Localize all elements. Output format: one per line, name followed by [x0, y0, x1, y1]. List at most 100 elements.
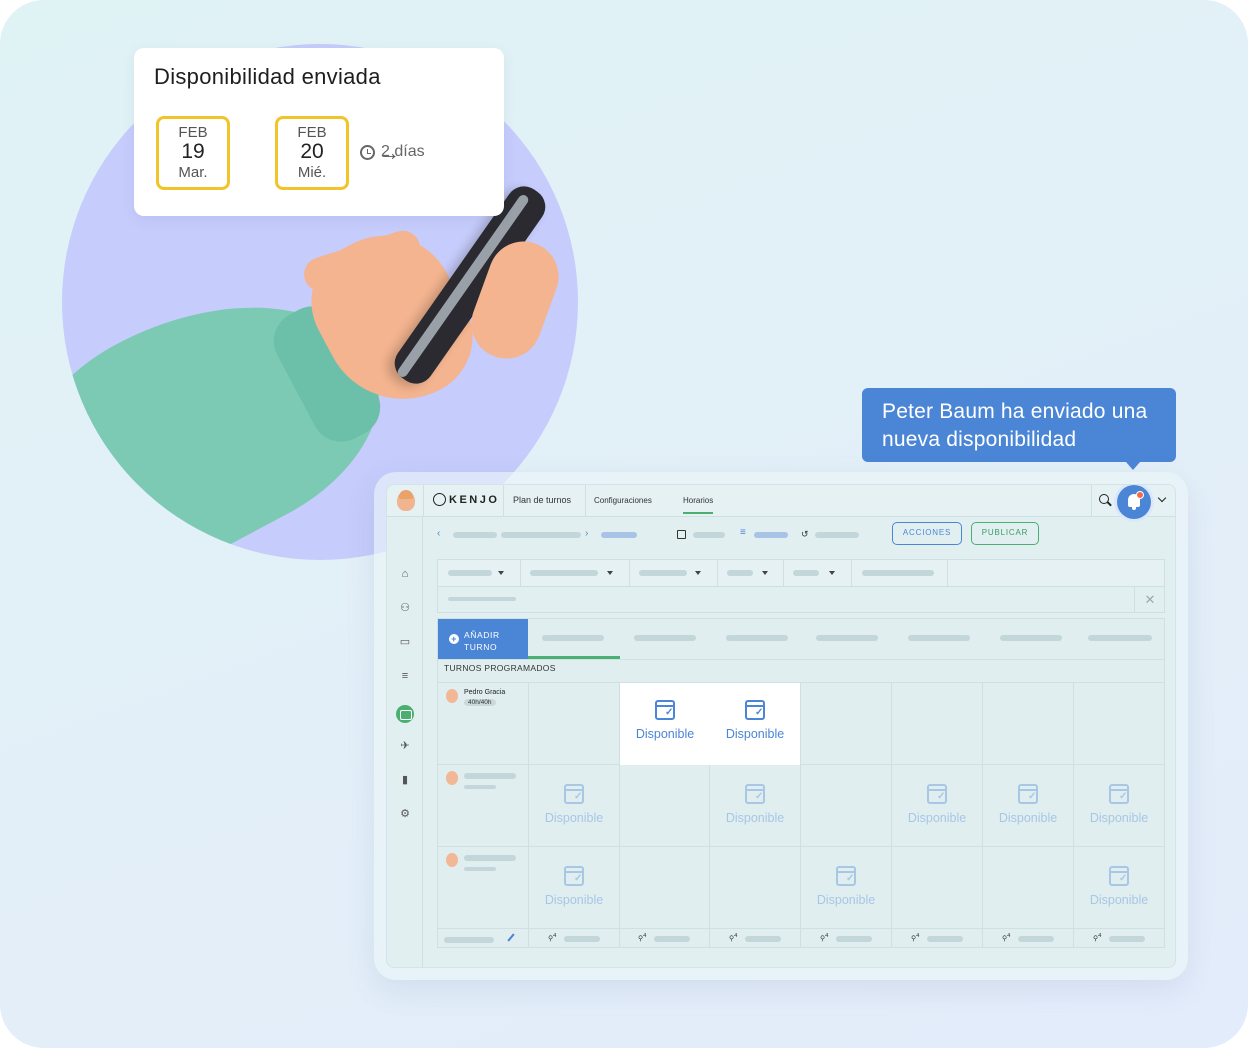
- chevron-down-icon[interactable]: [1157, 493, 1167, 503]
- people-icon[interactable]: ⚇: [399, 603, 411, 614]
- filter-bar: [437, 559, 1165, 587]
- chevron-left-icon[interactable]: ‹: [437, 529, 443, 541]
- section-label: TURNOS PROGRAMADOS: [444, 663, 556, 673]
- employee-name-placeholder: [464, 855, 516, 861]
- footer-placeholder: [654, 936, 690, 942]
- refresh-icon[interactable]: ↺: [801, 529, 811, 539]
- available-label: Disponible: [907, 811, 967, 825]
- chevron-right-icon[interactable]: ›: [585, 529, 591, 541]
- calendar-check-icon: [745, 700, 765, 720]
- caret-down-icon: [762, 571, 768, 575]
- available-slot[interactable]: Disponible: [892, 784, 982, 825]
- logo[interactable]: KENJO: [433, 493, 499, 506]
- avatar: [446, 853, 458, 867]
- calendar-check-icon: [564, 784, 584, 804]
- end-weekday: Mié.: [297, 164, 327, 181]
- layout-icon[interactable]: [677, 530, 686, 539]
- divider: [423, 485, 424, 517]
- caret-down-icon: [498, 571, 504, 575]
- available-label: Disponible: [1089, 893, 1149, 907]
- footer-count-value: 4: [643, 933, 647, 939]
- notifications-button[interactable]: [1117, 485, 1151, 519]
- actions-button[interactable]: ACCIONES: [892, 522, 962, 545]
- start-weekday: Mar.: [178, 164, 208, 181]
- filter-dropdown[interactable]: [862, 570, 934, 576]
- end-date: FEB 20 Mié.: [275, 116, 349, 190]
- available-label: Disponible: [635, 727, 695, 741]
- divider: [503, 485, 504, 517]
- divider: [783, 560, 784, 586]
- app-window: KENJO Plan de turnos Configuraciones Hor…: [386, 484, 1176, 968]
- calendar-check-icon: [836, 866, 856, 886]
- search-icon[interactable]: [1099, 494, 1109, 504]
- plane-icon[interactable]: ✈: [399, 741, 411, 752]
- available-slot[interactable]: Disponible: [529, 866, 619, 907]
- filter-dropdown[interactable]: [530, 570, 598, 576]
- divider: [438, 764, 1164, 765]
- filter-dropdown[interactable]: [727, 570, 753, 576]
- kenjo-logo-icon: [433, 493, 446, 506]
- schedule-icon[interactable]: [396, 705, 414, 723]
- available-slot[interactable]: Disponible: [620, 700, 710, 741]
- available-label: Disponible: [1089, 811, 1149, 825]
- nav-settings[interactable]: Configuraciones: [594, 496, 652, 505]
- day-header: [1000, 635, 1062, 641]
- calendar-check-icon: [1018, 784, 1038, 804]
- footer-count: ⚲4: [911, 933, 920, 943]
- available-slot[interactable]: Disponible: [710, 700, 800, 741]
- day-header: [1088, 635, 1152, 641]
- close-icon[interactable]: ✕: [1134, 587, 1165, 612]
- placeholder: [693, 532, 725, 538]
- available-slot[interactable]: Disponible: [801, 866, 891, 907]
- footer-placeholder: [836, 936, 872, 942]
- available-slot[interactable]: Disponible: [1074, 784, 1164, 825]
- filter-dropdown[interactable]: [448, 570, 492, 576]
- calendar-check-icon: [927, 784, 947, 804]
- home-icon[interactable]: ⌂: [399, 569, 411, 580]
- list-icon[interactable]: ≡: [399, 671, 411, 682]
- chart-icon[interactable]: ▮: [399, 775, 411, 786]
- day-header: [542, 635, 604, 641]
- divider: [947, 560, 948, 586]
- avatar: [446, 771, 458, 785]
- available-slot[interactable]: Disponible: [983, 784, 1073, 825]
- start-month: FEB: [178, 124, 208, 141]
- day-header: [634, 635, 696, 641]
- nav-schedules[interactable]: Horarios: [683, 496, 714, 514]
- employee-hours-placeholder: [464, 785, 496, 789]
- footer-count-value: 4: [553, 933, 557, 939]
- filter-icon[interactable]: ≡: [740, 528, 750, 538]
- footer-count: ⚲4: [1002, 933, 1011, 943]
- divider: [520, 560, 521, 586]
- card-title: Disponibilidad enviada: [154, 64, 381, 89]
- duration: 2 días: [360, 143, 425, 161]
- divider: [438, 846, 1164, 847]
- notification-badge: [1136, 491, 1144, 499]
- availability-card: Disponibilidad enviada FEB 19 Mar. → FEB…: [134, 48, 504, 216]
- day-header: [726, 635, 788, 641]
- available-slot[interactable]: Disponible: [1074, 866, 1164, 907]
- footer-count: ⚲4: [548, 933, 557, 943]
- available-slot[interactable]: Disponible: [529, 784, 619, 825]
- available-label: Disponible: [725, 811, 785, 825]
- footer-count-value: 4: [1098, 933, 1102, 939]
- footer-placeholder: [927, 936, 963, 942]
- notification-tooltip: Peter Baum ha enviado una nueva disponib…: [862, 388, 1176, 470]
- available-slot[interactable]: Disponible: [710, 784, 800, 825]
- add-shift-button[interactable]: + AÑADIR TURNO: [438, 619, 528, 659]
- gear-icon[interactable]: ⚙: [399, 809, 411, 820]
- publish-button[interactable]: PUBLICAR: [971, 522, 1039, 545]
- caret-down-icon: [829, 571, 835, 575]
- avatar[interactable]: [397, 490, 415, 511]
- filter-dropdown[interactable]: [639, 570, 687, 576]
- pencil-icon[interactable]: [507, 933, 515, 942]
- calendar-check-icon: [1109, 866, 1129, 886]
- placeholder: [501, 532, 581, 538]
- briefcase-icon[interactable]: ▭: [399, 637, 411, 648]
- filter-dropdown[interactable]: [793, 570, 819, 576]
- divider: [438, 659, 1164, 660]
- nav-shift-plan[interactable]: Plan de turnos: [513, 495, 571, 505]
- footer-count: ⚲4: [820, 933, 829, 943]
- start-date: FEB 19 Mar.: [156, 116, 230, 190]
- search-bar[interactable]: ✕: [437, 586, 1165, 613]
